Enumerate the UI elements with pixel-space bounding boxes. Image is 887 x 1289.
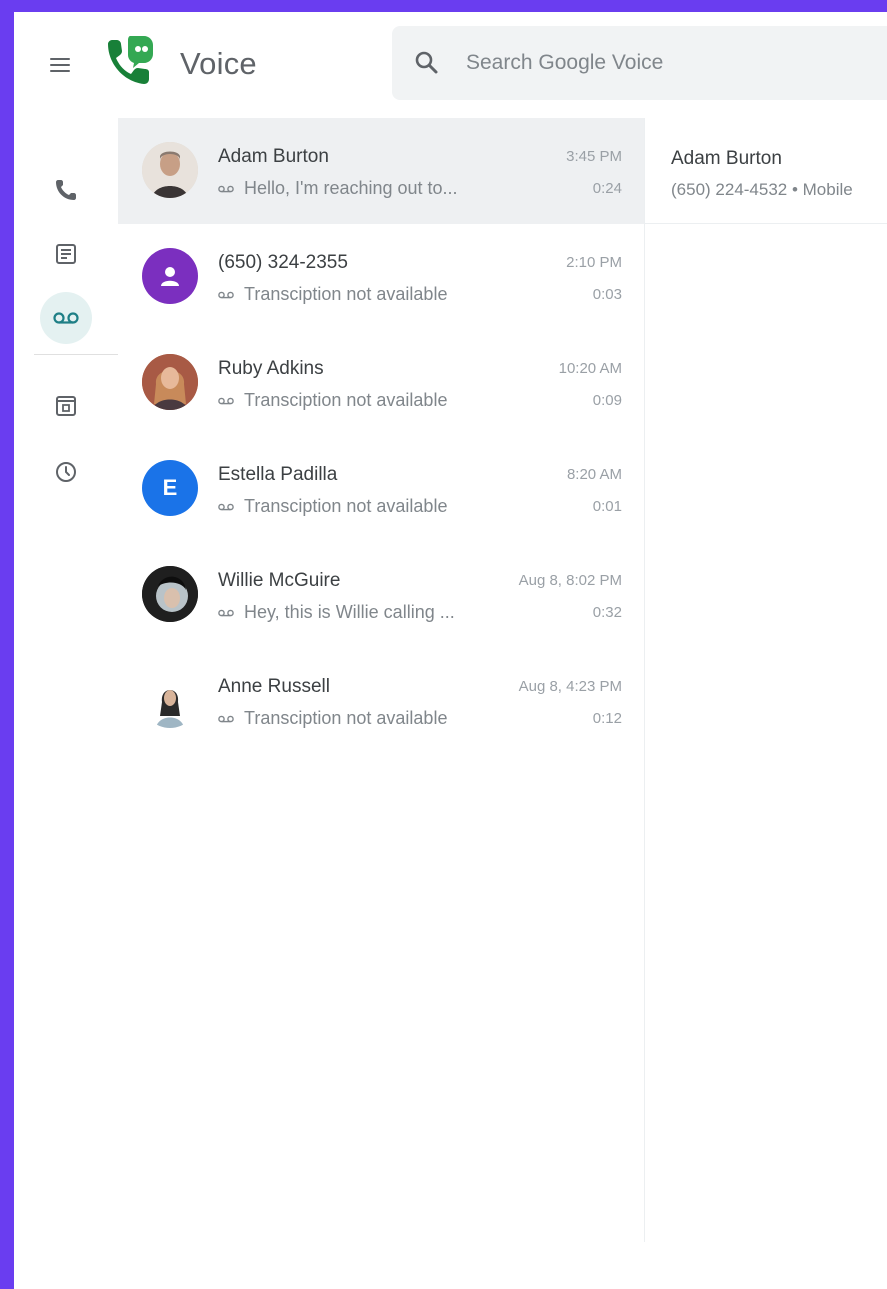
- duration: 0:09: [592, 392, 622, 409]
- rail-voicemail-button[interactable]: [40, 292, 92, 344]
- rail-calls-button[interactable]: [40, 164, 92, 216]
- contact-name: Ruby Adkins: [218, 358, 324, 379]
- menu-line: [50, 70, 70, 72]
- contact-name: Anne Russell: [218, 676, 330, 697]
- duration: 0:32: [592, 604, 622, 621]
- duration: 0:12: [592, 710, 622, 727]
- avatar: [142, 142, 198, 198]
- rail-archive-button[interactable]: [40, 380, 92, 432]
- preview-text: Hello, I'm reaching out to...: [244, 178, 458, 198]
- nav-rail: [14, 118, 118, 1289]
- voicemail-icon: [218, 185, 234, 192]
- avatar-initial: E: [142, 460, 198, 516]
- voicemail-preview: Transciption not available: [218, 708, 447, 729]
- voicemail-icon: [218, 503, 234, 510]
- main-menu-button[interactable]: [50, 52, 76, 78]
- list-item[interactable]: Ruby Adkins Transciption not available 1…: [118, 330, 644, 436]
- voicemail-preview: Transciption not available: [218, 390, 447, 411]
- preview-text: Transciption not available: [244, 390, 448, 410]
- timestamp: Aug 8, 4:23 PM: [518, 678, 622, 695]
- contact-name: Adam Burton: [218, 146, 329, 167]
- voicemail-icon: [218, 609, 234, 616]
- timestamp: 2:10 PM: [566, 254, 622, 271]
- avatar: [142, 566, 198, 622]
- preview-text: Hey, this is Willie calling ...: [244, 602, 455, 622]
- voicemail-preview: Transciption not available: [218, 284, 447, 305]
- list-item[interactable]: Adam Burton Hello, I'm reaching out to..…: [118, 118, 644, 224]
- timestamp: 8:20 AM: [566, 466, 622, 483]
- menu-line: [50, 58, 70, 60]
- timestamp: 3:45 PM: [566, 148, 622, 165]
- contact-name: Willie McGuire: [218, 570, 341, 591]
- history-icon: [56, 462, 76, 482]
- voicemail-icon: [53, 312, 79, 324]
- timestamp: 10:20 AM: [558, 360, 622, 377]
- detail-contact-name: Adam Burton: [671, 148, 782, 169]
- list-item[interactable]: E Estella Padilla Transciption not avail…: [118, 436, 644, 542]
- preview-text: Transciption not available: [244, 496, 448, 516]
- rail-messages-button[interactable]: [40, 228, 92, 280]
- duration: 0:01: [592, 498, 622, 515]
- search-input[interactable]: [466, 46, 886, 80]
- detail-pane: Adam Burton (650) 224-4532 • Mobile: [644, 118, 887, 1242]
- voice-window: Voice Search Google Voice Adam Burton He…: [14, 12, 887, 1289]
- duration: 0:03: [592, 286, 622, 303]
- phone-icon: [56, 180, 76, 200]
- preview-text: Transciption not available: [244, 284, 448, 304]
- avatar: [142, 354, 198, 410]
- voicemail-preview: Hey, this is Willie calling ...: [218, 602, 455, 623]
- app-title: Voice: [180, 46, 257, 81]
- list-item[interactable]: Anne Russell Transciption not available …: [118, 648, 644, 754]
- preview-text: Transciption not available: [244, 708, 448, 728]
- voicemail-icon: [218, 397, 234, 404]
- list-item[interactable]: Willie McGuire Hey, this is Willie calli…: [118, 542, 644, 648]
- search-box[interactable]: [392, 26, 887, 100]
- voicemail-icon: [218, 291, 234, 298]
- detail-header: Adam Burton (650) 224-4532 • Mobile: [645, 118, 887, 224]
- voice-logo-icon[interactable]: [106, 34, 156, 88]
- voicemail-preview: Transciption not available: [218, 496, 447, 517]
- menu-line: [50, 64, 70, 66]
- list-item[interactable]: (650) 324-2355 Transciption not availabl…: [118, 224, 644, 330]
- contact-name: Estella Padilla: [218, 464, 338, 485]
- rail-divider: [34, 354, 118, 355]
- voicemail-icon: [218, 715, 234, 722]
- avatar: [142, 672, 198, 728]
- avatar: [142, 248, 198, 304]
- detail-phone-number: (650) 224-4532 • Mobile: [671, 180, 853, 199]
- contact-name: (650) 324-2355: [218, 252, 348, 273]
- app-header: Voice: [14, 12, 887, 118]
- person-icon: [161, 267, 179, 286]
- rail-history-button[interactable]: [40, 446, 92, 498]
- voicemail-list: Adam Burton Hello, I'm reaching out to..…: [118, 118, 644, 758]
- messages-icon: [56, 244, 76, 264]
- duration: 0:24: [592, 180, 622, 197]
- archive-icon: [56, 396, 76, 416]
- timestamp: Aug 8, 8:02 PM: [518, 572, 622, 589]
- voicemail-preview: Hello, I'm reaching out to...: [218, 178, 458, 199]
- search-icon[interactable]: [414, 50, 440, 76]
